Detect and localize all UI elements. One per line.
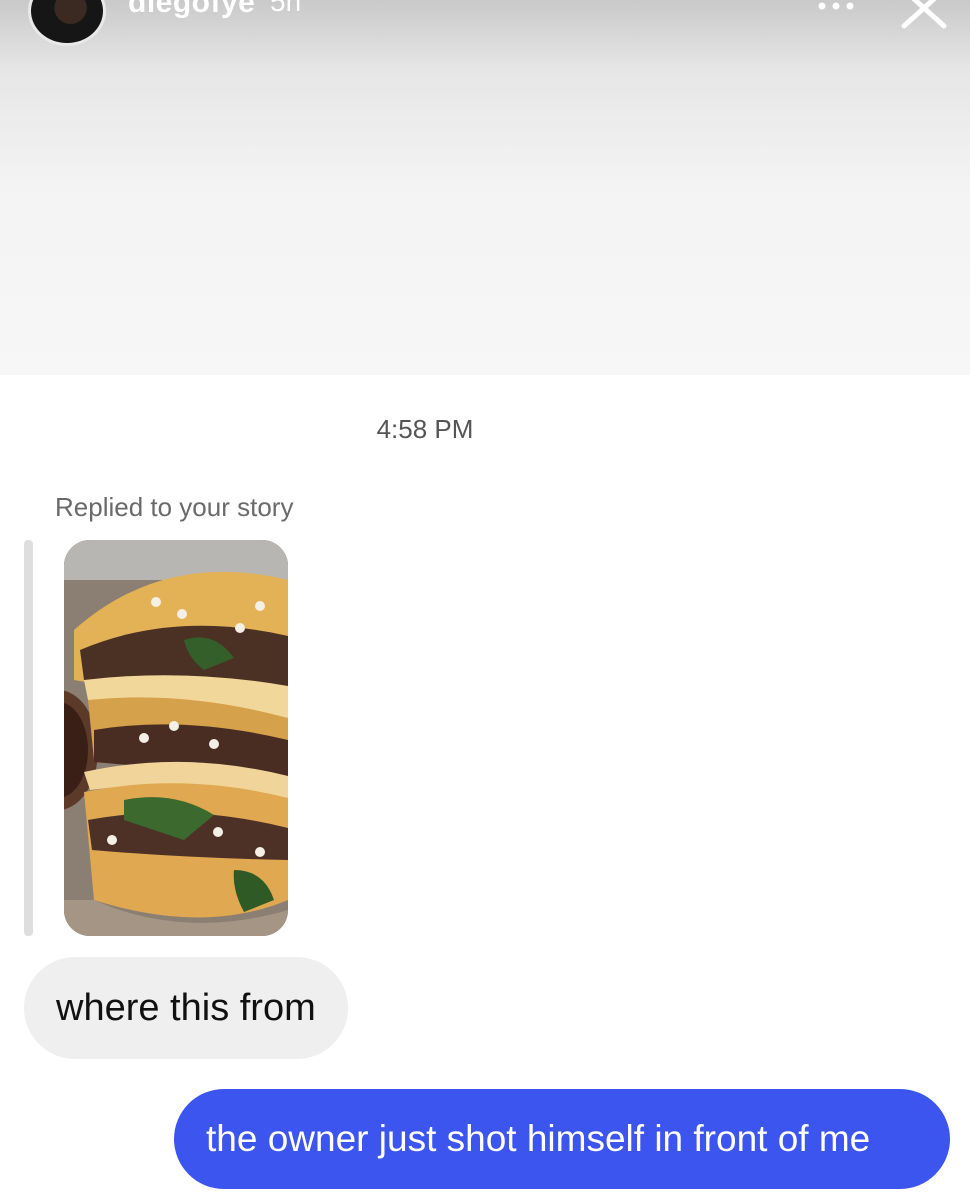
more-horizontal-icon[interactable] xyxy=(816,0,856,16)
message-timestamp: 4:58 PM xyxy=(376,414,474,444)
message-bubble-received[interactable]: where this from xyxy=(24,957,348,1059)
reply-indicator-bar xyxy=(24,540,33,936)
story-thumbnail[interactable] xyxy=(64,540,288,936)
story-time-ago: 5h xyxy=(270,0,302,17)
close-icon[interactable] xyxy=(900,0,950,30)
story-username[interactable]: diegofye xyxy=(128,0,255,20)
story-header: diegofye 5h xyxy=(0,0,970,375)
story-reply-label: Replied to your story xyxy=(55,492,294,522)
message-bubble-sent[interactable]: the owner just shot himself in front of … xyxy=(174,1089,950,1189)
avatar[interactable] xyxy=(28,0,106,46)
